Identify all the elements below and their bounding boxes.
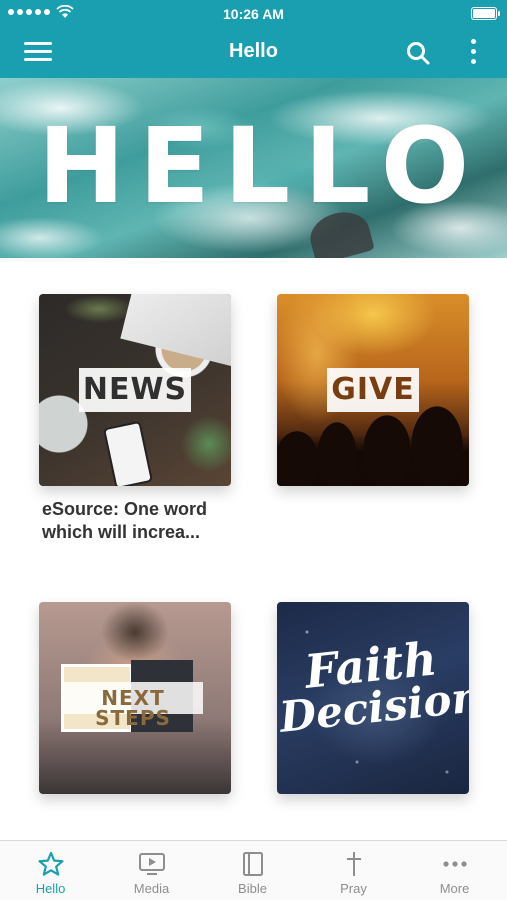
news-caption[interactable]: eSource: One word which will increa... [42, 498, 242, 544]
hero-title: HELLO [37, 105, 484, 227]
phone-shape [102, 420, 154, 486]
tab-media[interactable]: Media [101, 841, 202, 900]
newspaper-shape [120, 294, 231, 368]
status-time: 10:26 AM [223, 6, 284, 22]
give-tile[interactable]: GIVE [277, 294, 469, 486]
give-tile-label: GIVE [327, 368, 419, 412]
news-tile[interactable]: NEWS [39, 294, 231, 486]
tv-icon [138, 853, 165, 875]
crowd-silhouette [277, 401, 469, 486]
news-tile-label: NEWS [79, 368, 191, 412]
tab-more-label: More [439, 881, 470, 896]
next-steps-tile-label: NEXT STEPS [63, 682, 203, 728]
tab-bar: Hello Media Bible Pray More [0, 840, 507, 900]
hero-banner: HELLO [0, 78, 507, 258]
tab-pray[interactable]: Pray [303, 841, 404, 900]
star-icon [37, 851, 64, 876]
next-steps-tile[interactable]: NEXT STEPS [39, 602, 231, 794]
book-icon [242, 852, 263, 876]
navigation-bar: Hello [0, 28, 507, 78]
tab-bible[interactable]: Bible [202, 841, 303, 900]
search-icon[interactable] [405, 40, 431, 66]
tab-more[interactable]: More [404, 841, 505, 900]
ellipsis-icon [442, 861, 467, 867]
faith-decision-tile-label: Faith Decision [277, 631, 469, 741]
tab-hello-label: Hello [35, 881, 66, 896]
tab-bible-label: Bible [238, 881, 267, 896]
tab-media-label: Media [133, 881, 170, 896]
faith-decision-tile[interactable]: Faith Decision [277, 602, 469, 794]
battery-icon [471, 7, 500, 20]
status-bar: 10:26 AM [0, 0, 507, 28]
cross-icon [346, 852, 361, 876]
tab-hello[interactable]: Hello [0, 841, 101, 900]
more-options-icon[interactable] [469, 39, 477, 67]
tab-pray-label: Pray [340, 881, 367, 896]
